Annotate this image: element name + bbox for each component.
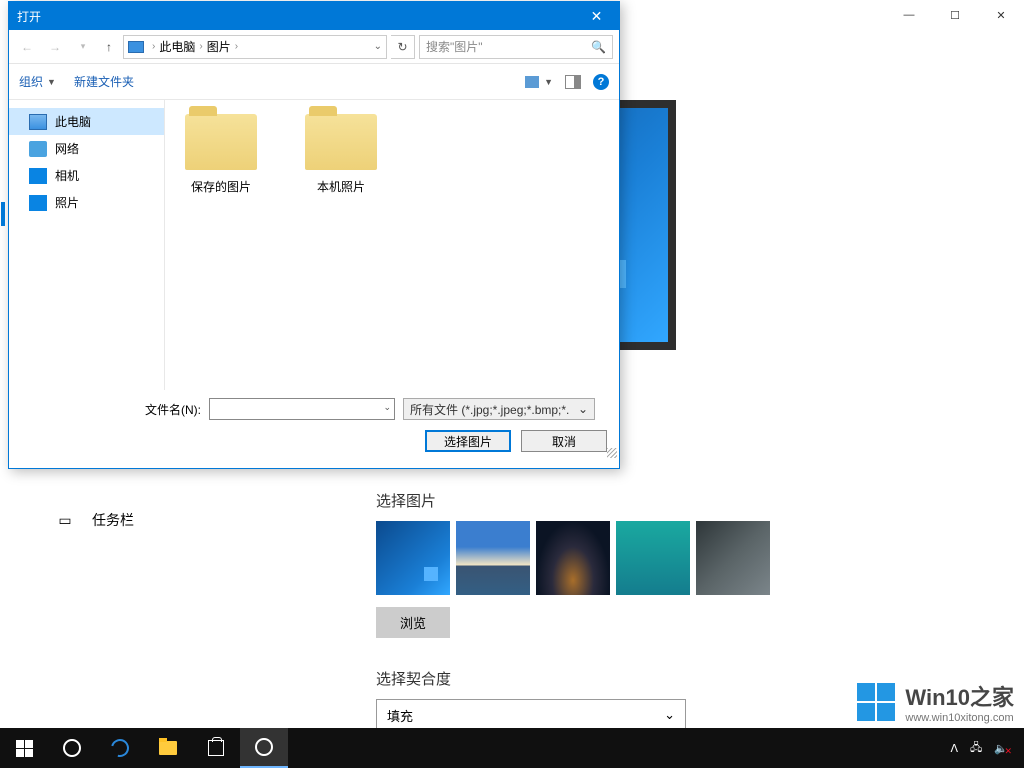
maximize-button[interactable]: ☐ [932,0,978,30]
thumb-1[interactable] [376,521,450,595]
recent-drop[interactable]: ▾ [71,35,95,59]
thumb-2[interactable] [456,521,530,595]
chevron-down-icon: ▼ [544,77,553,87]
address-drop-icon[interactable]: ⌄ [374,41,382,52]
store-button[interactable] [192,728,240,768]
thumb-3[interactable] [536,521,610,595]
photos-icon [29,195,47,211]
filetype-value: 所有文件 (*.jpg;*.jpeg;*.bmp;*. [410,401,569,418]
resize-grip[interactable] [607,448,617,458]
folder-icon [185,114,257,170]
chevron-down-icon[interactable]: ⌄ [383,402,391,413]
back-button[interactable]: ← [15,35,39,59]
thumb-5[interactable] [696,521,770,595]
search-placeholder: 搜索"图片" [426,38,483,55]
choose-picture-title: 选择图片 [376,490,1014,511]
windows-icon [16,740,33,757]
settings-window-controls: — ☐ ✕ [886,0,1024,30]
tree-photos[interactable]: 照片 [9,189,164,216]
picture-thumbnails [376,521,1014,595]
systray: ᐱ 🖧 🔈✕ [951,739,1024,758]
nav-tree: 此电脑 网络 相机 照片 [9,100,165,390]
forward-button[interactable]: → [43,35,67,59]
settings-taskbar-button[interactable] [240,728,288,768]
camera-icon [29,168,47,184]
minimize-icon: — [904,9,915,21]
refresh-button[interactable]: ↻ [391,35,415,59]
crumb-root[interactable]: 此电脑 [157,38,197,55]
up-button[interactable]: ↑ [99,35,119,59]
fit-select[interactable]: 填充 ⌄ [376,699,686,731]
search-icon: 🔍 [591,40,606,54]
maximize-icon: ☐ [950,9,960,22]
tiles-icon [524,75,540,89]
taskbar-icon: ▭ [56,512,74,529]
gear-icon [255,738,273,756]
dialog-title: 打开 [17,8,41,25]
file-grid[interactable]: 保存的图片 本机照片 [165,100,619,390]
dialog-body: 此电脑 网络 相机 照片 保存的图片 本机照片 [9,100,619,390]
edge-button[interactable] [96,728,144,768]
network-icon[interactable]: 🖧 [970,739,982,758]
thumb-4[interactable] [616,521,690,595]
close-icon: ✕ [996,9,1005,22]
dialog-close-button[interactable]: ✕ [574,2,619,30]
tree-camera[interactable]: 相机 [9,162,164,189]
folder-label: 本机照片 [295,178,387,195]
close-button[interactable]: ✕ [978,0,1024,30]
chevron-down-icon: ⌄ [664,707,675,723]
tree-this-pc[interactable]: 此电脑 [9,108,164,135]
watermark-url: www.win10xitong.com [905,712,1014,724]
chevron-down-icon: ⌄ [578,402,588,416]
search-box[interactable]: 搜索"图片" 🔍 [419,35,613,59]
chevron-down-icon: ▼ [47,77,56,87]
filename-label: 文件名(N): [21,401,201,418]
fit-value: 填充 [387,706,413,725]
volume-icon[interactable]: 🔈✕ [994,742,1008,755]
minimize-button[interactable]: — [886,0,932,30]
view-button[interactable]: ▼ [524,75,553,89]
store-icon [208,740,224,756]
explorer-button[interactable] [144,728,192,768]
tray-overflow[interactable]: ᐱ [951,742,959,755]
watermark: Win10之家 www.win10xitong.com [857,680,1014,724]
settings-sidebar: ▭ 任务栏 [0,500,320,540]
pc-icon [29,114,47,130]
cortana-icon [63,739,81,757]
close-icon: ✕ [591,8,603,25]
browse-button[interactable]: 浏览 [376,607,450,638]
filetype-select[interactable]: 所有文件 (*.jpg;*.jpeg;*.bmp;*. ⌄ [403,398,595,420]
cortana-button[interactable] [48,728,96,768]
breadcrumb: › 此电脑 › 图片 › [150,38,240,55]
open-button[interactable]: 选择图片 [425,430,511,452]
crumb-folder[interactable]: 图片 [205,38,233,55]
folder-item[interactable]: 本机照片 [295,114,387,195]
cancel-button[interactable]: 取消 [521,430,607,452]
win10-logo-icon [857,683,895,721]
dialog-toolbar: 组织 ▼ 新建文件夹 ▼ ? [9,64,619,100]
sidebar-item-label: 任务栏 [92,510,134,530]
taskbar: ᐱ 🖧 🔈✕ [0,728,1024,768]
network-icon [29,141,47,157]
start-button[interactable] [0,728,48,768]
filename-input[interactable] [209,398,395,420]
folder-item[interactable]: 保存的图片 [175,114,267,195]
new-folder-button[interactable]: 新建文件夹 [74,73,134,90]
dialog-footer: 文件名(N): ⌄ 所有文件 (*.jpg;*.jpeg;*.bmp;*. ⌄ … [9,390,619,460]
organize-button[interactable]: 组织 ▼ [19,73,56,90]
tree-network[interactable]: 网络 [9,135,164,162]
edge-icon [108,736,133,761]
folder-icon [159,741,177,755]
dialog-titlebar[interactable]: 打开 ✕ [9,2,619,30]
address-bar[interactable]: › 此电脑 › 图片 › ⌄ [123,35,387,59]
preview-pane-button[interactable] [565,75,581,89]
file-open-dialog: 打开 ✕ ← → ▾ ↑ › 此电脑 › 图片 › ⌄ ↻ 搜索"图片" 🔍 组… [8,1,620,469]
folder-icon [305,114,377,170]
folder-label: 保存的图片 [175,178,267,195]
pc-icon [128,41,144,53]
dialog-nav: ← → ▾ ↑ › 此电脑 › 图片 › ⌄ ↻ 搜索"图片" 🔍 [9,30,619,64]
watermark-title: Win10之家 [905,680,1014,712]
sidebar-item-taskbar[interactable]: ▭ 任务栏 [0,500,320,540]
help-button[interactable]: ? [593,74,609,90]
